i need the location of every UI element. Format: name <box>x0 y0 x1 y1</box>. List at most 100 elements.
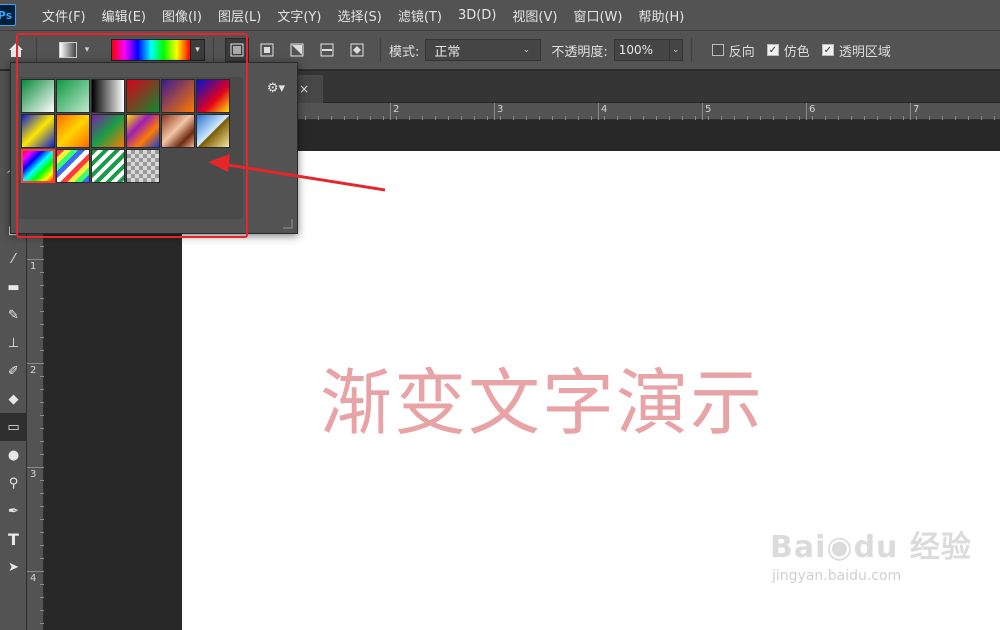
ruler-tick <box>565 116 566 120</box>
radial-gradient-button[interactable] <box>255 38 279 62</box>
home-icon[interactable] <box>4 38 28 62</box>
stamp-tool-icon[interactable]: ⊥ <box>0 329 27 357</box>
resize-handle[interactable] <box>283 219 293 229</box>
ruler-tick <box>838 116 839 120</box>
chevron-down-icon: ▾ <box>84 45 90 55</box>
photoshop-logo[interactable]: Ps <box>0 4 16 26</box>
mode-select[interactable]: 正常 ⌄ <box>425 39 542 61</box>
ruler-tick <box>40 402 44 403</box>
menu-edit[interactable]: 编辑(E) <box>94 0 154 30</box>
ruler-major-tick <box>27 363 44 364</box>
eyedropper-tool-icon[interactable]: ⁄ <box>0 245 27 273</box>
gradient-preset-violet-green-orange[interactable] <box>91 114 125 148</box>
healing-brush-icon[interactable]: ▬ <box>0 273 27 301</box>
ruler-tick <box>903 116 904 120</box>
gradient-preset-blue-yellow-blue[interactable] <box>21 114 55 148</box>
ruler-tick <box>40 623 44 624</box>
ruler-tick <box>890 116 891 120</box>
dodge-tool-icon[interactable]: ⚲ <box>0 469 27 497</box>
menu-file[interactable]: 文件(F) <box>34 0 94 30</box>
gradient-preset-yellow-violet-orange-blue[interactable] <box>126 114 160 148</box>
gradient-preset-neutral-density[interactable] <box>126 149 160 183</box>
blur-tool-icon[interactable]: ● <box>0 441 27 469</box>
opacity-dropdown[interactable]: ⌄ <box>668 39 683 61</box>
menu-image[interactable]: 图像(I) <box>154 0 210 30</box>
gradient-preset-green-white[interactable] <box>21 79 55 113</box>
history-brush-icon[interactable]: ✐ <box>0 357 27 385</box>
menu-type[interactable]: 文字(Y) <box>269 0 329 30</box>
angle-gradient-button[interactable] <box>285 38 309 62</box>
eraser-tool-icon[interactable]: ◆ <box>0 385 27 413</box>
document-canvas[interactable]: 渐变文字演示 <box>182 151 1000 630</box>
ruler-tick <box>500 116 501 120</box>
transparency-checkbox[interactable]: ✓ <box>821 44 834 56</box>
gradient-preset-black-white[interactable] <box>91 79 125 113</box>
mode-value: 正常 <box>434 44 461 60</box>
pen-tool-icon[interactable]: ✒ <box>0 497 27 525</box>
transparency-toggle[interactable]: ✓ 透明区域 <box>821 41 891 60</box>
ruler-tick <box>487 116 488 120</box>
canvas-text-layer[interactable]: 渐变文字演示 <box>320 344 764 449</box>
gradient-preset-spectrum[interactable] <box>21 149 55 183</box>
ruler-tick <box>40 337 44 338</box>
ruler-tick <box>40 441 44 442</box>
chevron-down-icon[interactable]: ▾ <box>191 39 205 61</box>
close-icon[interactable]: × <box>299 82 309 96</box>
ruler-tick <box>331 116 332 120</box>
ruler-tick <box>40 246 44 247</box>
gradient-preset-copper[interactable] <box>161 114 195 148</box>
gradient-preset-transparent-stripes[interactable] <box>91 149 125 183</box>
reflected-gradient-button[interactable] <box>315 38 339 62</box>
ruler-number: 7 <box>913 104 920 115</box>
ruler-major-tick <box>702 103 703 120</box>
ruler-tick <box>40 311 44 312</box>
dither-checkbox[interactable]: ✓ <box>766 44 779 56</box>
menu-help[interactable]: 帮助(H) <box>630 0 692 30</box>
ruler-tick <box>40 480 44 481</box>
menu-view[interactable]: 视图(V) <box>504 0 565 30</box>
gear-icon[interactable]: ⚙▾ <box>267 81 285 96</box>
brush-tool-icon[interactable]: ✎ <box>0 301 27 329</box>
ruler-tick <box>656 116 657 120</box>
reverse-toggle[interactable]: 反向 <box>711 41 755 60</box>
path-select-icon[interactable]: ➤ <box>0 553 27 581</box>
ruler-number: 3 <box>30 469 37 480</box>
dither-toggle[interactable]: ✓ 仿色 <box>766 41 810 60</box>
diamond-gradient-button[interactable] <box>345 38 369 62</box>
gradient-preset-green-transparent[interactable] <box>56 79 90 113</box>
ruler-tick <box>357 116 358 120</box>
ruler-tick <box>40 285 44 286</box>
gradient-preset-chrome[interactable] <box>196 114 230 148</box>
ruler-tick <box>461 116 462 120</box>
ruler-tick <box>968 116 969 120</box>
opacity-label: 不透明度: <box>551 44 608 60</box>
ruler-tick <box>994 116 995 120</box>
ruler-tick <box>40 506 44 507</box>
gradient-picker[interactable]: ▾ <box>111 39 205 61</box>
menu-window[interactable]: 窗口(W) <box>565 0 630 30</box>
ruler-tick <box>708 116 709 120</box>
menu-3d[interactable]: 3D(D) <box>450 0 504 30</box>
ruler-tick <box>682 116 683 120</box>
reverse-checkbox[interactable] <box>711 44 724 56</box>
ruler-tick <box>513 116 514 120</box>
opacity-field[interactable]: 100% <box>613 39 670 61</box>
chevron-down-icon: ⌄ <box>522 45 531 55</box>
tool-preset-picker[interactable]: ▾ <box>59 42 93 58</box>
gradient-preset-blue-red-yellow[interactable] <box>196 79 230 113</box>
type-tool-icon[interactable]: T <box>0 525 27 553</box>
ruler-tick <box>760 116 761 120</box>
gradient-preview-bar[interactable] <box>111 39 191 61</box>
gradient-preset-red-green[interactable] <box>126 79 160 113</box>
linear-gradient-button[interactable] <box>225 38 249 62</box>
menu-bar: Ps 文件(F) 编辑(E) 图像(I) 图层(L) 文字(Y) 选择(S) 滤… <box>0 0 1000 30</box>
menu-layer[interactable]: 图层(L) <box>210 0 269 30</box>
gradient-preset-orange-yellow-orange[interactable] <box>56 114 90 148</box>
menu-filter[interactable]: 滤镜(T) <box>390 0 450 30</box>
gradient-preset-violet-orange[interactable] <box>161 79 195 113</box>
gradient-preset-transparent-rainbow[interactable] <box>56 149 90 183</box>
ruler-tick <box>40 519 44 520</box>
menu-select[interactable]: 选择(S) <box>329 0 389 30</box>
gradient-tool-icon[interactable]: ▭ <box>0 413 27 441</box>
ruler-tick <box>40 415 44 416</box>
